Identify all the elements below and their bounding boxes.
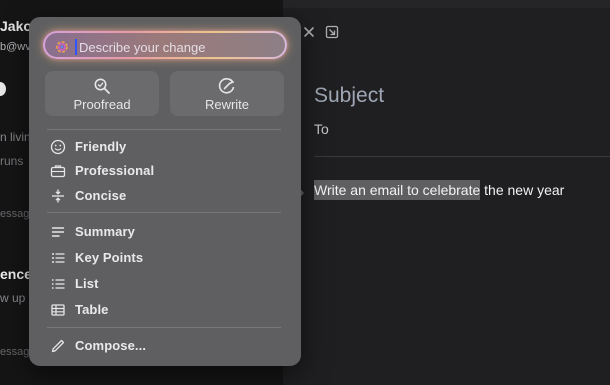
menu-divider: [47, 327, 281, 328]
menu-item-label: Concise: [75, 188, 127, 203]
menu-item-compose[interactable]: Compose...: [47, 335, 283, 357]
message-sender-email: b@wv: [0, 41, 31, 53]
text-caret: [75, 39, 77, 55]
message-snippet: n livin: [0, 130, 31, 144]
subject-field[interactable]: Subject: [314, 84, 384, 108]
rewrite-label: Rewrite: [204, 97, 250, 112]
menu-divider: [47, 212, 281, 213]
menu-item-label: Table: [75, 302, 109, 317]
menu-item-friendly[interactable]: Friendly: [47, 136, 283, 158]
expand-icon[interactable]: [323, 23, 341, 41]
to-field[interactable]: To: [314, 121, 329, 137]
body-text-rest[interactable]: the new year: [480, 182, 564, 198]
apple-intelligence-icon: [55, 40, 69, 59]
menu-item-label: Professional: [75, 163, 155, 178]
menu-item-label: List: [75, 276, 99, 291]
toggle-knob[interactable]: [0, 82, 6, 96]
menu-item-key-points[interactable]: Key Points: [47, 247, 283, 269]
briefcase-icon: [50, 163, 66, 179]
describe-change-field-inner: [45, 33, 285, 57]
rewrite-button[interactable]: Rewrite: [170, 71, 284, 116]
message-snippet: runs: [0, 154, 24, 168]
menu-divider: [47, 129, 281, 130]
menu-item-label: Key Points: [75, 250, 144, 265]
selected-text[interactable]: Write an email to celebrate: [314, 180, 481, 200]
app-window: Jakob b@wv n livin runs essag ence. w up…: [0, 0, 610, 385]
menu-item-label: Friendly: [75, 139, 127, 154]
header-divider: [314, 156, 610, 157]
menu-item-list[interactable]: List: [47, 273, 283, 295]
smiley-icon: [50, 139, 66, 155]
menu-item-label: Summary: [75, 224, 135, 239]
describe-change-field[interactable]: [43, 31, 287, 59]
menu-item-table[interactable]: Table: [47, 299, 283, 321]
compose-titlebar: [283, 0, 610, 8]
message-label: essag: [0, 208, 30, 220]
pencil-icon: [50, 338, 66, 354]
proofread-label: Proofread: [73, 97, 131, 112]
list-icon: [50, 276, 66, 292]
menu-item-professional[interactable]: Professional: [47, 160, 283, 182]
menu-item-summary[interactable]: Summary: [47, 221, 283, 243]
concise-icon: [50, 188, 66, 204]
menu-item-label: Compose...: [75, 338, 147, 353]
describe-change-input[interactable]: [79, 37, 279, 57]
close-icon[interactable]: [300, 23, 318, 41]
table-icon: [50, 302, 66, 318]
message-label: essag: [0, 346, 30, 358]
menu-item-concise[interactable]: Concise: [47, 185, 283, 207]
key-points-icon: [50, 250, 66, 266]
compose-window: Subject To Write an email to celebrate t…: [283, 0, 610, 385]
proofread-button[interactable]: Proofread: [45, 71, 159, 116]
summary-icon: [50, 224, 66, 240]
writing-tools-popover: Proofread Rewrite Friendly P: [29, 17, 301, 366]
message-body[interactable]: Write an email to celebrate the new year: [314, 180, 564, 200]
message-snippet: w up t: [0, 291, 33, 305]
